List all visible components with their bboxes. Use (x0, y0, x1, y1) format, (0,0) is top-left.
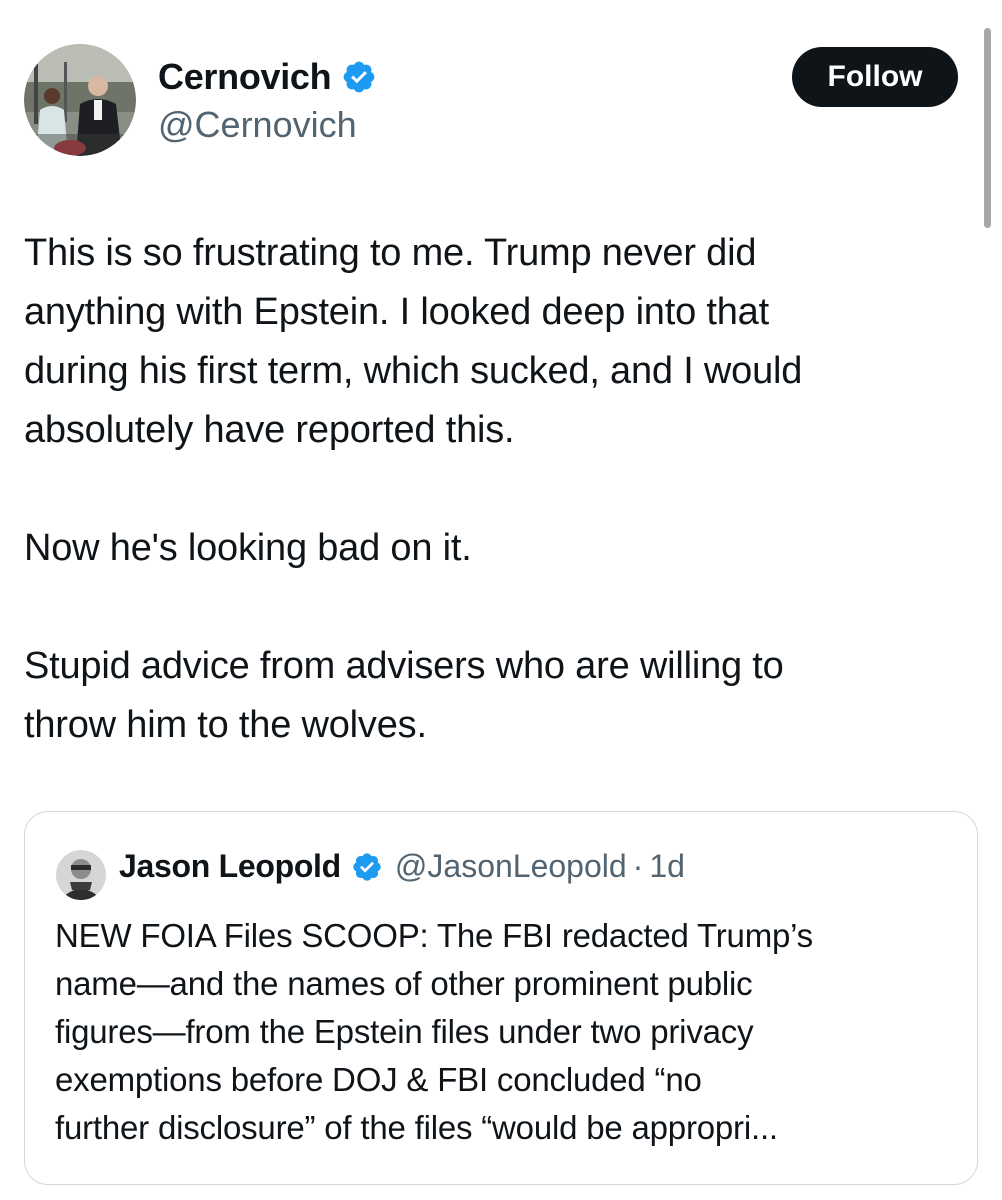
quoted-line: name—and the names of other prominent pu… (55, 965, 753, 1002)
quoted-line: further disclosure” of the files “would … (55, 1109, 778, 1146)
scrollbar[interactable] (984, 28, 991, 228)
verified-badge-icon[interactable] (351, 851, 383, 883)
quoted-line: figures—from the Epstein files under two… (55, 1013, 754, 1050)
tweet-line: This is so frustrating to me. Trump neve… (24, 232, 757, 274)
separator-dot: · (632, 848, 644, 884)
tweet-line: Now he's looking bad on it. (24, 527, 472, 569)
follow-button[interactable]: Follow (792, 47, 958, 107)
quoted-line: NEW FOIA Files SCOOP: The FBI redacted T… (55, 917, 813, 954)
author-handle[interactable]: @Cernovich (158, 104, 357, 146)
tweet-line: anything with Epstein. I looked deep int… (24, 291, 769, 333)
quoted-tweet-card[interactable]: Jason Leopold @JasonLeopold · 1d NEW FOI… (24, 811, 978, 1185)
tweet-line: throw him to the wolves. (24, 704, 427, 746)
quoted-line: exemptions before DOJ & FBI concluded “n… (55, 1061, 702, 1098)
tweet-paragraph-2: Now he's looking bad on it. (24, 519, 974, 578)
tweet-line: during his first term, which sucked, and… (24, 350, 803, 392)
tweet-line: absolutely have reported this. (24, 409, 515, 451)
verified-badge-icon[interactable] (341, 59, 377, 95)
author-display-name[interactable]: Cernovich (158, 56, 332, 98)
quoted-avatar-image[interactable] (56, 850, 106, 900)
quoted-tweet-text: NEW FOIA Files SCOOP: The FBI redacted T… (55, 912, 955, 1152)
quoted-display-name[interactable]: Jason Leopold (119, 848, 341, 885)
author-name-row: Cernovich (158, 56, 377, 98)
quoted-handle[interactable]: @JasonLeopold (395, 848, 627, 885)
tweet-paragraph-1: This is so frustrating to me. Trump neve… (24, 224, 974, 460)
quoted-timestamp[interactable]: 1d (649, 848, 685, 885)
tweet-text: This is so frustrating to me. Trump neve… (24, 224, 974, 755)
quoted-header: Jason Leopold @JasonLeopold · 1d (119, 848, 685, 885)
author-avatar[interactable] (24, 44, 136, 156)
tweet-paragraph-3: Stupid advice from advisers who are will… (24, 637, 974, 755)
tweet-line: Stupid advice from advisers who are will… (24, 645, 784, 687)
